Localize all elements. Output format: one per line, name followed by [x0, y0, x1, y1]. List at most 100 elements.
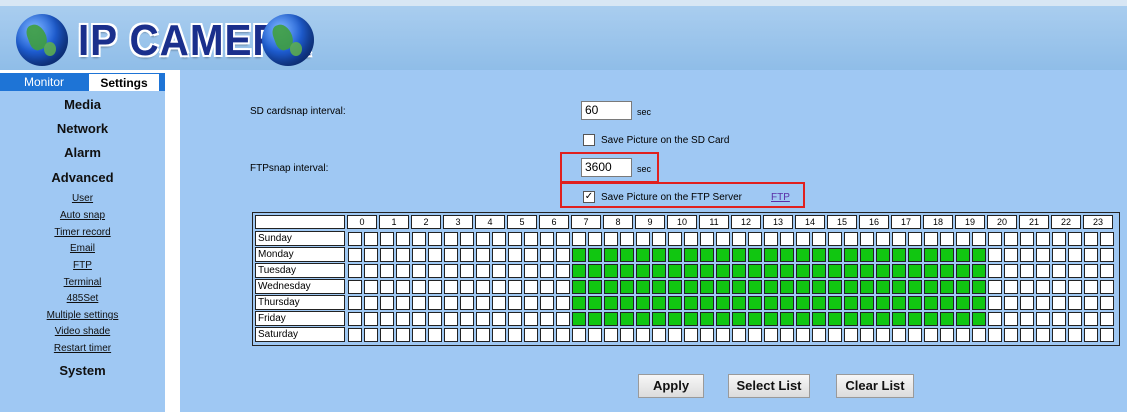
schedule-cell[interactable] — [396, 232, 410, 246]
schedule-cell[interactable] — [348, 248, 362, 262]
schedule-cell[interactable] — [892, 248, 906, 262]
schedule-cell[interactable] — [748, 280, 762, 294]
schedule-cell[interactable] — [988, 248, 1002, 262]
schedule-cell[interactable] — [700, 232, 714, 246]
day-label[interactable]: Friday — [255, 311, 345, 326]
schedule-cell[interactable] — [1052, 264, 1066, 278]
schedule-cell[interactable] — [780, 264, 794, 278]
schedule-cell[interactable] — [428, 248, 442, 262]
schedule-cell[interactable] — [412, 296, 426, 310]
schedule-cell[interactable] — [572, 248, 586, 262]
schedule-cell[interactable] — [380, 232, 394, 246]
menu-item-email[interactable]: Email — [0, 243, 165, 254]
schedule-cell[interactable] — [524, 264, 538, 278]
schedule-cell[interactable] — [380, 280, 394, 294]
schedule-cell[interactable] — [892, 296, 906, 310]
schedule-cell[interactable] — [364, 328, 378, 342]
schedule-cell[interactable] — [348, 232, 362, 246]
schedule-cell[interactable] — [604, 232, 618, 246]
menu-item-multiple-settings[interactable]: Multiple settings — [0, 310, 165, 321]
schedule-cell[interactable] — [1084, 280, 1098, 294]
schedule-cell[interactable] — [764, 248, 778, 262]
schedule-cell[interactable] — [780, 248, 794, 262]
hour-header[interactable]: 16 — [859, 215, 889, 229]
schedule-cell[interactable] — [492, 296, 506, 310]
day-label[interactable]: Saturday — [255, 327, 345, 342]
schedule-cell[interactable] — [1068, 312, 1082, 326]
schedule-cell[interactable] — [924, 296, 938, 310]
schedule-cell[interactable] — [588, 248, 602, 262]
schedule-cell[interactable] — [940, 280, 954, 294]
day-label[interactable]: Thursday — [255, 295, 345, 310]
schedule-cell[interactable] — [540, 280, 554, 294]
schedule-cell[interactable] — [988, 232, 1002, 246]
schedule-cell[interactable] — [348, 312, 362, 326]
schedule-cell[interactable] — [620, 232, 634, 246]
schedule-cell[interactable] — [908, 232, 922, 246]
schedule-cell[interactable] — [684, 328, 698, 342]
schedule-cell[interactable] — [716, 264, 730, 278]
ftp-snap-interval-input[interactable]: 3600 — [581, 158, 632, 177]
schedule-cell[interactable] — [716, 280, 730, 294]
schedule-cell[interactable] — [508, 296, 522, 310]
schedule-cell[interactable] — [412, 264, 426, 278]
schedule-cell[interactable] — [572, 296, 586, 310]
schedule-cell[interactable] — [732, 248, 746, 262]
schedule-cell[interactable] — [636, 232, 650, 246]
schedule-cell[interactable] — [1020, 264, 1034, 278]
sd-snap-interval-input[interactable]: 60 — [581, 101, 632, 120]
schedule-cell[interactable] — [828, 328, 842, 342]
schedule-cell[interactable] — [428, 312, 442, 326]
menu-item-restart-timer[interactable]: Restart timer — [0, 343, 165, 354]
schedule-cell[interactable] — [668, 232, 682, 246]
schedule-cell[interactable] — [796, 312, 810, 326]
schedule-cell[interactable] — [700, 296, 714, 310]
schedule-cell[interactable] — [668, 264, 682, 278]
schedule-cell[interactable] — [524, 248, 538, 262]
sd-save-checkbox[interactable] — [583, 134, 595, 146]
schedule-cell[interactable] — [796, 232, 810, 246]
schedule-cell[interactable] — [364, 248, 378, 262]
schedule-cell[interactable] — [444, 232, 458, 246]
schedule-cell[interactable] — [1020, 312, 1034, 326]
schedule-cell[interactable] — [444, 296, 458, 310]
schedule-cell[interactable] — [956, 248, 970, 262]
hour-header[interactable]: 18 — [923, 215, 953, 229]
schedule-cell[interactable] — [1084, 264, 1098, 278]
schedule-cell[interactable] — [828, 296, 842, 310]
schedule-cell[interactable] — [396, 312, 410, 326]
schedule-cell[interactable] — [956, 328, 970, 342]
schedule-cell[interactable] — [700, 312, 714, 326]
schedule-cell[interactable] — [780, 328, 794, 342]
schedule-cell[interactable] — [988, 280, 1002, 294]
schedule-cell[interactable] — [1052, 296, 1066, 310]
schedule-cell[interactable] — [924, 248, 938, 262]
schedule-cell[interactable] — [636, 280, 650, 294]
schedule-cell[interactable] — [572, 312, 586, 326]
schedule-cell[interactable] — [604, 312, 618, 326]
schedule-cell[interactable] — [428, 328, 442, 342]
hour-header[interactable]: 23 — [1083, 215, 1113, 229]
schedule-cell[interactable] — [956, 296, 970, 310]
schedule-cell[interactable] — [1068, 264, 1082, 278]
schedule-cell[interactable] — [540, 296, 554, 310]
schedule-cell[interactable] — [476, 328, 490, 342]
schedule-cell[interactable] — [956, 280, 970, 294]
schedule-cell[interactable] — [508, 280, 522, 294]
schedule-cell[interactable] — [732, 280, 746, 294]
schedule-cell[interactable] — [588, 280, 602, 294]
schedule-cell[interactable] — [1052, 248, 1066, 262]
schedule-cell[interactable] — [716, 248, 730, 262]
schedule-cell[interactable] — [828, 248, 842, 262]
schedule-cell[interactable] — [780, 312, 794, 326]
schedule-cell[interactable] — [476, 264, 490, 278]
schedule-cell[interactable] — [620, 296, 634, 310]
menu-media[interactable]: Media — [0, 97, 165, 112]
hour-header[interactable]: 21 — [1019, 215, 1049, 229]
ftp-save-checkbox[interactable]: ✓ — [583, 191, 595, 203]
schedule-cell[interactable] — [556, 232, 570, 246]
schedule-cell[interactable] — [940, 232, 954, 246]
schedule-cell[interactable] — [508, 328, 522, 342]
schedule-cell[interactable] — [668, 312, 682, 326]
schedule-cell[interactable] — [988, 264, 1002, 278]
